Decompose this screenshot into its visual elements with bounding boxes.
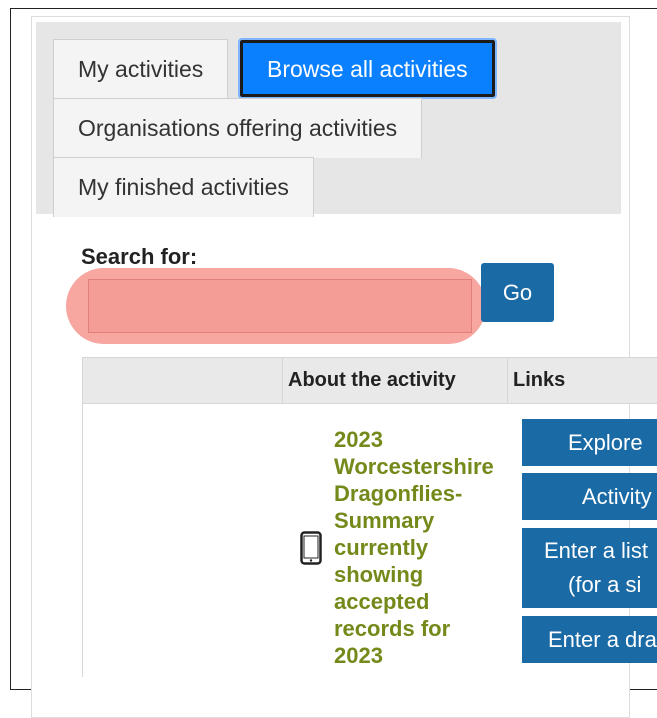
tab-organisations[interactable]: Organisations offering activities xyxy=(53,98,423,158)
mobile-phone-icon xyxy=(300,531,322,565)
enter-a-draft-button[interactable]: Enter a dra xyxy=(522,616,657,663)
search-input[interactable] xyxy=(88,279,472,333)
go-button[interactable]: Go xyxy=(481,263,554,322)
search-label: Search for: xyxy=(81,244,198,269)
activity-title-link[interactable]: 2023 Worcestershire Dragonflies- Summary… xyxy=(334,426,504,669)
table-header: About the activity Links xyxy=(83,357,657,404)
enter-a-list-sublabel: (for a si xyxy=(568,572,642,597)
activity-button[interactable]: Activity xyxy=(522,473,657,520)
enter-a-list-button[interactable]: Enter a list (for a si xyxy=(522,528,657,608)
tab-my-activities[interactable]: My activities xyxy=(53,39,229,99)
header-links: Links xyxy=(513,369,566,391)
header-about: About the activity xyxy=(283,358,508,403)
tab-browse-all-activities[interactable]: Browse all activities xyxy=(238,38,497,99)
explore-button[interactable]: Explore xyxy=(522,419,657,466)
header-blank xyxy=(83,358,283,403)
enter-a-list-label: Enter a list xyxy=(544,538,648,563)
tab-my-finished-activities[interactable]: My finished activities xyxy=(53,157,314,217)
